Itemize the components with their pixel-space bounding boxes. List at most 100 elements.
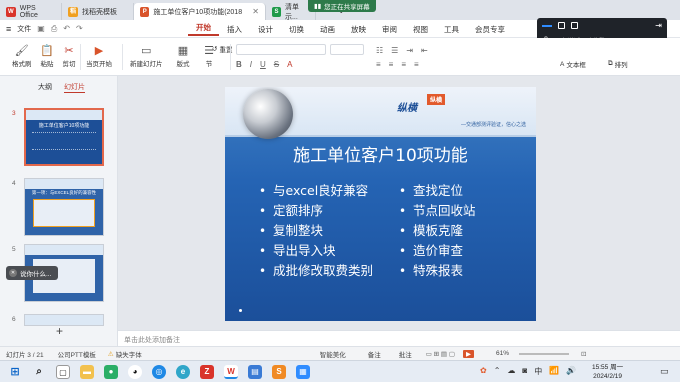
tab-slides[interactable]: 幻灯片 <box>64 82 85 93</box>
bullet-list-icon[interactable]: ☷ <box>376 46 383 55</box>
menu-item[interactable]: 视图 <box>405 24 436 35</box>
edge-icon[interactable]: e <box>176 365 190 379</box>
paragraph-row: ☷ ☰ ⇥ ⇤ <box>376 46 428 55</box>
tab-docer[interactable]: 稻 找稻壳模板 <box>62 3 134 20</box>
zoom-slider[interactable] <box>519 352 569 355</box>
tab-label: 清单示... <box>284 3 299 21</box>
camera-icon[interactable]: ◙ <box>522 366 527 377</box>
hamburger-icon[interactable]: ≡ <box>6 24 11 34</box>
exit-icon[interactable]: ⇥ <box>655 21 662 30</box>
file-menu[interactable]: 文件 <box>17 24 31 34</box>
redo-icon[interactable]: ↷ <box>76 24 83 33</box>
add-slide-icon[interactable]: + <box>56 324 63 338</box>
window-icon[interactable] <box>558 22 565 29</box>
task-view-icon[interactable]: ▢ <box>56 365 70 379</box>
network-icon[interactable]: ⌃ <box>494 366 501 377</box>
tab-presentation[interactable]: P 施工单位客户10项功能(2018... ✕ <box>134 3 266 20</box>
feature-list-right[interactable]: 查找定位 节点回收站 模板克隆 造价审查 特殊报表 <box>399 181 476 281</box>
file-explorer-icon[interactable]: ▬ <box>80 365 94 379</box>
smart-beautify[interactable]: 智能美化 <box>320 349 346 359</box>
system-tray: ✿ ⌃ ☁ ◙ 中 📶 🔊 <box>480 366 576 377</box>
wechat-icon[interactable]: ● <box>104 365 118 379</box>
slide-number: 4 <box>12 180 16 187</box>
play-slideshow-icon[interactable]: ▶ <box>462 349 474 358</box>
view-icons[interactable]: ▭ ⊞ ▤ ▢ <box>426 350 455 358</box>
textbox-button[interactable]: A 文本框 <box>560 59 586 70</box>
menu-item[interactable]: 开始 <box>188 22 219 36</box>
current-slide[interactable]: 纵横 纵横 —交通部测评验证，信心之选 施工单位客户10项功能 与excel良好… <box>225 87 536 321</box>
layout-button[interactable]: ▦ 版式 <box>176 44 190 68</box>
close-icon[interactable]: ✕ <box>9 269 17 277</box>
format-painter-label: 格式刷 <box>12 61 32 68</box>
paste-button[interactable]: 📋 粘贴 <box>40 44 54 68</box>
align-left-icon[interactable]: ≡ <box>376 60 381 69</box>
clock[interactable]: 15:55 周一 2024/2/19 <box>592 363 623 381</box>
font-family-select[interactable] <box>236 44 326 55</box>
app-icon[interactable]: ▤ <box>248 365 262 379</box>
align-right-icon[interactable]: ≡ <box>401 60 406 69</box>
numbered-list-icon[interactable]: ☰ <box>391 46 398 55</box>
theme-name[interactable]: 公司PTT模板 <box>58 349 96 359</box>
strikethrough-icon[interactable]: S <box>274 60 279 69</box>
reset-button[interactable]: ↺ 重置 <box>202 44 232 54</box>
menu-item[interactable]: 插入 <box>219 24 250 35</box>
italic-icon[interactable]: I <box>250 60 252 69</box>
input-method-icon[interactable]: 中 <box>534 366 542 377</box>
undo-icon[interactable]: ↶ <box>63 24 70 33</box>
outdent-icon[interactable]: ⇤ <box>421 46 428 55</box>
menu-item[interactable]: 放映 <box>343 24 374 35</box>
font-color-icon[interactable]: A <box>287 60 292 69</box>
tray-app-icon[interactable]: ✿ <box>480 366 487 377</box>
slide-thumbnail-6[interactable] <box>24 314 104 326</box>
slide-thumbnail-4[interactable]: 第一项：与EXCEL良好的兼容性 <box>24 178 104 236</box>
justify-icon[interactable]: ≡ <box>414 60 419 69</box>
font-size-select[interactable] <box>330 44 364 55</box>
layout-icon[interactable] <box>571 22 578 29</box>
menu-item[interactable]: 动画 <box>312 24 343 35</box>
notes-area[interactable]: 单击此处添加备注 <box>118 330 680 346</box>
tab-wps-office[interactable]: W WPS Office <box>0 3 62 20</box>
search-icon[interactable]: ⌕ <box>32 365 46 379</box>
cloud-icon[interactable]: ☁ <box>507 366 515 377</box>
sogou-icon[interactable]: S <box>272 365 286 379</box>
browser-icon[interactable]: ◎ <box>152 365 166 379</box>
missing-font[interactable]: 缺失字体 <box>116 349 142 359</box>
slide-title[interactable]: 施工单位客户10项功能 <box>225 141 536 166</box>
wps-icon[interactable]: W <box>224 365 238 379</box>
fit-icon[interactable]: ⊡ <box>581 350 586 358</box>
menu-item[interactable]: 设计 <box>250 24 281 35</box>
print-icon[interactable]: ⎙ <box>51 24 57 34</box>
tab-outline[interactable]: 大纲 <box>38 82 52 93</box>
wifi-icon[interactable]: 📶 <box>549 366 559 377</box>
volume-icon[interactable]: 🔊 <box>566 366 576 377</box>
arrange-button[interactable]: ⧉ 排列 <box>608 59 628 69</box>
menu-item[interactable]: 审阅 <box>374 24 405 35</box>
menu-item[interactable]: 切换 <box>281 24 312 35</box>
windows-start-icon[interactable]: ⊞ <box>8 365 22 379</box>
screen-share-badge[interactable]: ▮▮ 您正在共享屏幕 <box>308 0 376 12</box>
cut-button[interactable]: ✂ 剪切 <box>62 44 76 68</box>
play-from-current-button[interactable]: ▶ 当页开始 <box>86 44 112 68</box>
slide-thumbnail-3[interactable]: 施工单位客户10项功能 <box>24 108 104 166</box>
menu-item[interactable]: 工具 <box>436 24 467 35</box>
zotero-icon[interactable]: Z <box>200 365 214 379</box>
active-indicator <box>542 24 552 27</box>
menu-item[interactable]: 会员专享 <box>467 24 513 35</box>
align-center-icon[interactable]: ≡ <box>389 60 394 69</box>
zoom-level[interactable]: 61% <box>496 350 509 357</box>
qq-icon[interactable]: ◕ <box>128 365 142 379</box>
notification-icon[interactable]: ▭ <box>660 366 669 377</box>
feature-list-left[interactable]: 与excel良好兼容 定额排序 复制整块 导出导入块 成批修改取费类别 <box>259 181 373 281</box>
underline-icon[interactable]: U <box>260 60 266 69</box>
new-slide-button[interactable]: ▭ 新建幻灯片 <box>130 44 163 68</box>
comments-toggle[interactable]: 批注 <box>399 349 412 359</box>
chat-tooltip[interactable]: ✕ 说你什么... <box>6 266 58 280</box>
notes-toggle[interactable]: 备注 <box>368 349 381 359</box>
save-icon[interactable]: ▣ <box>37 24 45 33</box>
indent-icon[interactable]: ⇥ <box>406 46 413 55</box>
bold-icon[interactable]: B <box>236 60 242 69</box>
slide-canvas: 纵横 纵横 —交通部测评验证，信心之选 施工单位客户10项功能 与excel良好… <box>118 76 680 346</box>
meeting-app-icon[interactable]: ▦ <box>296 365 310 379</box>
close-tab-icon[interactable]: ✕ <box>252 7 259 16</box>
format-painter-button[interactable]: 🖌 格式刷 <box>12 44 32 68</box>
